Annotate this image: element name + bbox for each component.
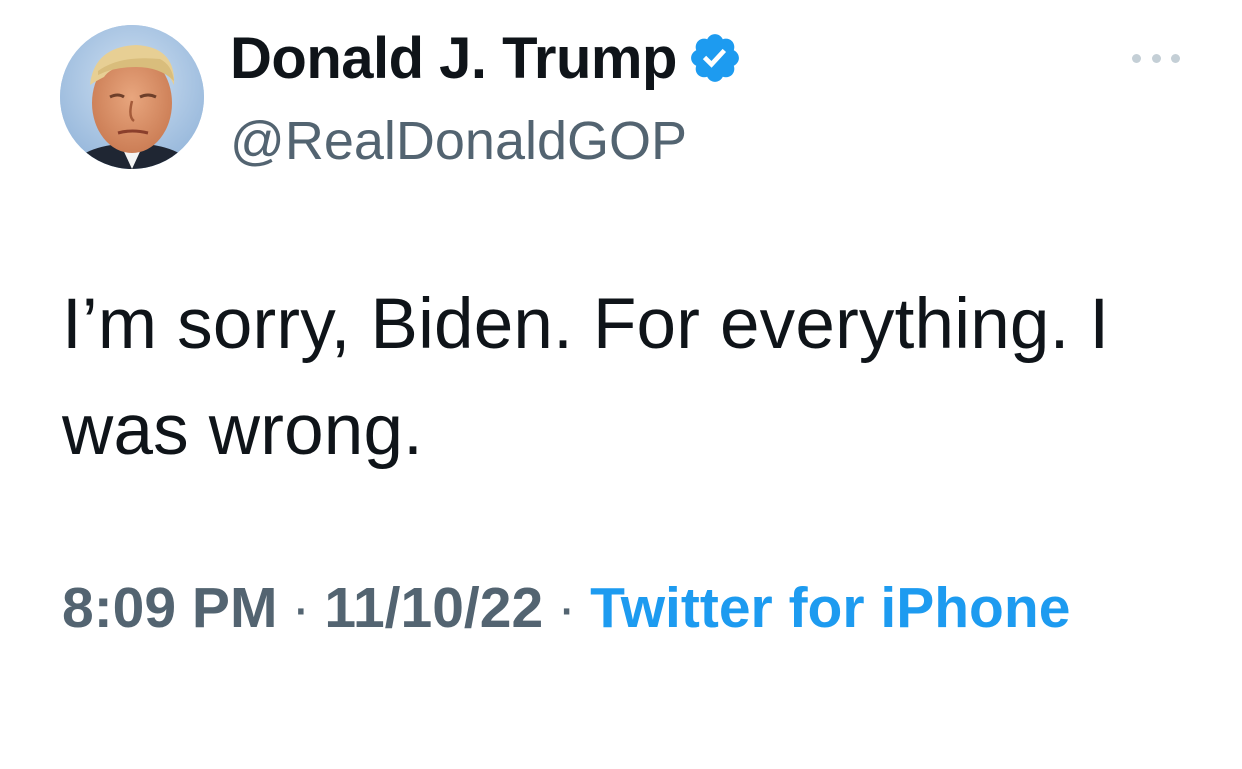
tweet-metadata: 8:09 PM · 11/10/22 · Twitter for iPhone: [62, 566, 1182, 650]
profile-photo-icon: [60, 25, 204, 169]
author-display-name[interactable]: Donald J. Trump: [230, 25, 677, 92]
more-dot: [1151, 53, 1161, 63]
tweet-text: I’m sorry, Biden. For everything. I was …: [62, 285, 1110, 470]
meta-separator: ·: [291, 576, 311, 640]
meta-separator: ·: [557, 576, 577, 640]
more-dot: [1132, 53, 1141, 63]
avatar[interactable]: [60, 25, 204, 169]
tweet-source-link[interactable]: Twitter for iPhone: [590, 576, 1070, 640]
tweet-date[interactable]: 11/10/22: [324, 576, 543, 640]
more-options-icon[interactable]: [1132, 48, 1180, 68]
author-name-row: Donald J. Trump: [230, 25, 743, 92]
verified-badge-icon: [687, 30, 743, 86]
more-dot: [1171, 53, 1180, 63]
tweet-time[interactable]: 8:09 PM: [62, 576, 277, 640]
author-handle[interactable]: @RealDonaldGOP: [230, 110, 687, 172]
tweet-card: Donald J. Trump @RealDonaldGOP I’m sorry…: [0, 0, 1242, 769]
